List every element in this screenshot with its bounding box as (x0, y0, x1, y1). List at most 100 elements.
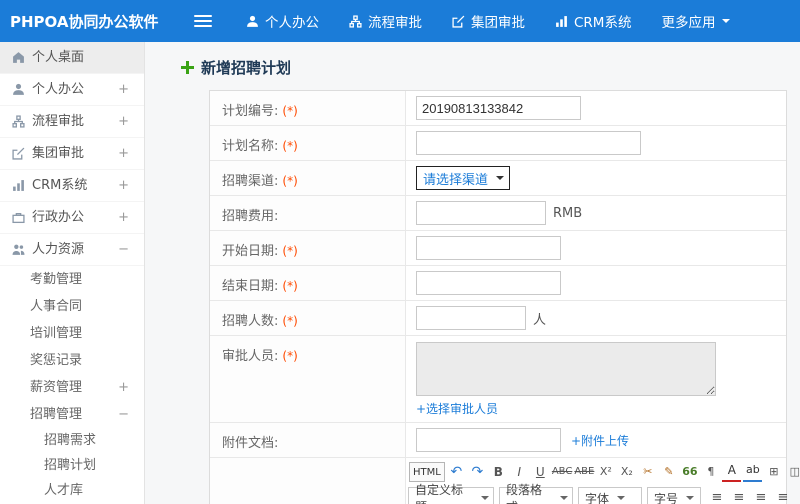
sidebar-item-recruitment[interactable]: 招聘管理 − (0, 401, 144, 428)
sidebar-item-admin-office[interactable]: 行政办公 + (0, 202, 144, 234)
required-mark: (*) (282, 104, 298, 118)
editor-dropdown[interactable]: 段落格式 (499, 483, 573, 504)
expand-toggle[interactable]: + (118, 202, 129, 233)
sidebar-item-label: CRM系统 (32, 178, 88, 193)
editor-dropdown[interactable]: 字号 (647, 487, 701, 504)
topnav-group-approval[interactable]: 集团审批 (452, 11, 525, 31)
expand-toggle[interactable]: + (118, 106, 129, 137)
field-label: 附件文档: (222, 436, 279, 451)
editor-align-icon[interactable]: ≡ (751, 488, 771, 504)
sidebar-item-workflow-approval[interactable]: 流程审批 + (0, 106, 144, 138)
editor-tool-button[interactable]: ABC (552, 462, 573, 482)
expand-toggle[interactable]: + (118, 374, 129, 401)
editor-tool-button[interactable]: X² (596, 462, 615, 482)
page-title: 新增招聘计划 (201, 58, 292, 77)
required-mark: (*) (282, 174, 298, 188)
sidebar-item-label: 人事合同 (30, 299, 83, 314)
topnav-label: 更多应用 (661, 15, 716, 31)
editor-tool-button[interactable]: ◫ (785, 462, 800, 482)
sidebar-item-human-resources[interactable]: 人力资源 − (0, 234, 144, 266)
editor-tool-button[interactable]: X₂ (617, 462, 636, 482)
sidebar-item-attendance[interactable]: 考勤管理 (0, 266, 144, 293)
people-icon (12, 244, 25, 255)
sidebar-item-hr-contracts[interactable]: 人事合同 (0, 293, 144, 320)
form-row-plan-name: 计划名称: (*) (210, 126, 786, 161)
editor-dropdowns: 自定义标题段落格式字体字号 (408, 483, 706, 504)
channel-select[interactable]: 请选择渠道 (416, 166, 511, 190)
start-date-input[interactable] (416, 236, 561, 260)
expand-toggle[interactable]: + (118, 138, 129, 169)
recruitment-plan-form: 计划编号:(*) 计划名称:(*) 招聘渠道:(*) 请选择渠道 招聘费用: R… (209, 90, 800, 504)
editor-tool-button[interactable]: I (510, 462, 529, 482)
approver-textarea[interactable] (416, 342, 716, 396)
sidebar-item-label: 人力资源 (32, 242, 85, 257)
field-label: 计划名称: (222, 139, 279, 154)
field-label: 结束日期: (222, 279, 279, 294)
headcount-input[interactable] (416, 306, 526, 330)
editor-align-icon[interactable]: ⇤ (795, 488, 800, 504)
sidebar-item-training[interactable]: 培训管理 (0, 320, 144, 347)
collapse-toggle[interactable]: − (118, 401, 129, 428)
form-row-channel: 招聘渠道: (*) 请选择渠道 (210, 161, 786, 196)
rich-text-editor: HTML↶↷BIUABCABEX²X₂✂✎66¶Aab⊞◫ 自定义标题段落格式字… (406, 458, 800, 504)
menu-icon[interactable] (194, 12, 212, 30)
select-approver-link[interactable]: +选择审批人员 (416, 400, 498, 417)
sidebar: 个人桌面 个人办公 + 流程审批 + 集团审批 + CRM系统 + 行政办公 + (0, 42, 145, 504)
field-label: 招聘渠道: (222, 174, 279, 189)
editor-tool-button[interactable]: ab (743, 462, 763, 482)
sidebar-item-recruitment-plan[interactable]: 招聘计划 (0, 453, 144, 478)
editor-align-icon[interactable]: ≡ (773, 488, 793, 504)
topnav-crm-system[interactable]: CRM系统 (555, 11, 631, 31)
form-row-plan-no: 计划编号: (*) (210, 91, 786, 126)
required-mark: (*) (282, 139, 298, 153)
sidebar-item-talent-pool[interactable]: 人才库 (0, 478, 144, 503)
topnav-personal-office[interactable]: 个人办公 (246, 11, 319, 31)
fee-input[interactable] (416, 201, 546, 225)
expand-toggle[interactable]: + (118, 74, 129, 105)
sidebar-item-salary[interactable]: 薪资管理 + (0, 374, 144, 401)
editor-tool-button[interactable]: ✎ (659, 462, 678, 482)
topnav-label: CRM系统 (574, 15, 632, 31)
editor-tool-button[interactable]: A (722, 462, 742, 482)
editor-tool-button[interactable]: ⊞ (764, 462, 783, 482)
editor-tool-button[interactable]: 66 (680, 462, 699, 482)
required-mark: (*) (282, 314, 298, 328)
editor-toolbar-row1: HTML ↶ ↷ B I U ABC ABE X² X₂ ✂ ✎ 66 ¶ Aab ⊞ ◫ (408, 462, 800, 482)
editor-align-icon[interactable]: ≡ (729, 488, 749, 504)
attachment-upload-link[interactable]: +附件上传 (571, 432, 629, 449)
topnav-more-apps[interactable]: 更多应用 (661, 11, 731, 31)
editor-dropdown[interactable]: 字体 (578, 487, 642, 504)
sidebar-item-desktop[interactable]: 个人桌面 (0, 42, 144, 74)
collapse-toggle[interactable]: − (118, 234, 129, 265)
editor-tool-button[interactable]: B (489, 462, 508, 482)
attachment-input[interactable] (416, 428, 561, 452)
plan-no-input[interactable] (416, 96, 581, 120)
end-date-input[interactable] (416, 271, 561, 295)
topnav-workflow-approval[interactable]: 流程审批 (349, 11, 422, 31)
sidebar-item-label: 薪资管理 (30, 380, 83, 395)
plan-name-input[interactable] (416, 131, 641, 155)
user-icon (247, 15, 258, 27)
editor-tool-button[interactable]: ¶ (701, 462, 720, 482)
sidebar-item-rewards[interactable]: 奖惩记录 (0, 347, 144, 374)
edit-icon (12, 147, 25, 160)
editor-tool-button[interactable]: ✂ (638, 462, 657, 482)
editor-tool-button[interactable]: ↷ (468, 462, 487, 482)
editor-tool-button[interactable]: HTML (409, 462, 445, 482)
editor-tool-button[interactable]: ABE (574, 462, 594, 482)
editor-dropdown[interactable]: 自定义标题 (408, 483, 494, 504)
flow-icon (12, 115, 25, 128)
editor-tool-button[interactable]: ↶ (447, 462, 466, 482)
chevron-down-icon (496, 176, 505, 184)
editor-tool-button[interactable]: U (531, 462, 550, 482)
sidebar-item-personal-office[interactable]: 个人办公 + (0, 74, 144, 106)
field-label: 审批人员: (222, 349, 279, 364)
field-label: 招聘人数: (222, 314, 279, 329)
expand-toggle[interactable]: + (118, 170, 129, 201)
sidebar-item-label: 集团审批 (32, 146, 85, 161)
sidebar-item-group-approval[interactable]: 集团审批 + (0, 138, 144, 170)
sidebar-item-crm-system[interactable]: CRM系统 + (0, 170, 144, 202)
form-row-approver: 审批人员: (*) +选择审批人员 (210, 336, 786, 423)
editor-align-icon[interactable]: ≡ (707, 488, 727, 504)
sidebar-item-recruitment-needs[interactable]: 招聘需求 (0, 428, 144, 453)
